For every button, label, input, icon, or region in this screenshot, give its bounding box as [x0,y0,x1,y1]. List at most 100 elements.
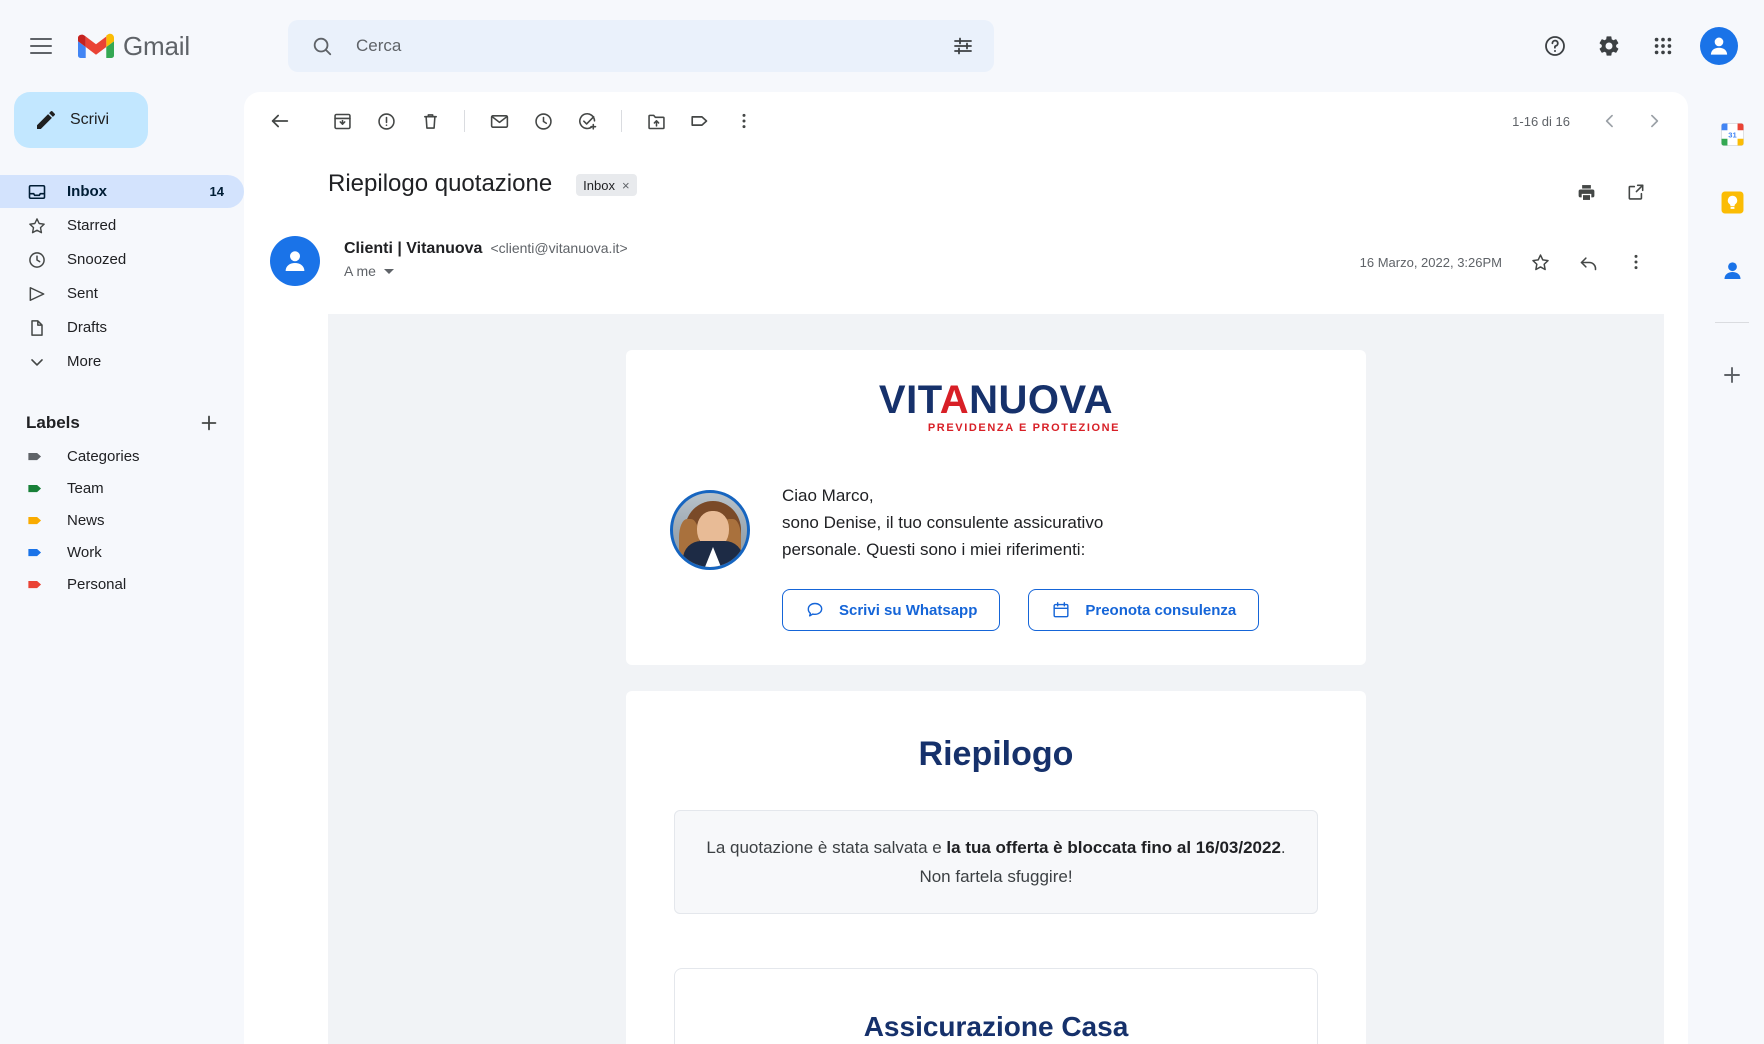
search-icon [310,34,334,58]
calendar-icon [1051,600,1071,620]
inbox-label-chip[interactable]: Inbox × [576,174,636,196]
contacts-button[interactable] [1712,250,1752,290]
sidebar-label-news[interactable]: News [0,504,244,536]
more-options-button[interactable] [722,99,766,143]
sidebar-label-inbox: Inbox [67,183,107,200]
tag-icon [26,574,46,594]
notice-bold: la tua offerta è bloccata fino al 16/03/… [946,838,1280,857]
toolbar-divider [621,110,622,132]
snooze-button[interactable] [521,99,565,143]
mark-unread-button[interactable] [477,99,521,143]
sidebar-item-snoozed[interactable]: Snoozed [0,243,244,276]
top-bar-actions [1532,23,1744,69]
external-link-icon [1626,182,1646,202]
sidebar-label-personal[interactable]: Personal [0,568,244,600]
side-panel: 31 [1700,92,1764,1044]
whatsapp-button-label: Scrivi su Whatsapp [839,602,977,619]
archive-icon [332,111,353,132]
reply-arrow-icon [1578,252,1599,273]
search-input[interactable] [356,36,950,56]
reply-button[interactable] [1566,240,1610,284]
label-text: Personal [67,576,126,593]
keep-button[interactable] [1712,182,1752,222]
compose-button[interactable]: Scrivi [14,92,148,148]
search-container [288,20,994,72]
tag-icon [689,110,711,132]
star-button[interactable] [1518,240,1562,284]
chat-bubble-icon [805,600,825,620]
sidebar-item-sent[interactable]: Sent [0,277,244,310]
email-subject: Riepilogo quotazione [328,168,552,200]
add-label-button[interactable] [198,412,220,434]
message-more-button[interactable] [1614,240,1658,284]
main-menu-button[interactable] [14,19,68,73]
sidebar-label-work[interactable]: Work [0,536,244,568]
next-page-button[interactable] [1634,101,1674,141]
sidebar-item-drafts[interactable]: Drafts [0,311,244,344]
product-title: Assicurazione Casa [675,1011,1317,1043]
whatsapp-button[interactable]: Scrivi su Whatsapp [782,589,1000,631]
pagination-text: 1-16 di 16 [1512,114,1570,129]
add-addon-button[interactable] [1712,355,1752,395]
sender-name: Clienti | Vitanuova [344,240,482,258]
google-apps-button[interactable] [1640,23,1686,69]
printer-icon [1576,182,1597,203]
labels-button[interactable] [678,99,722,143]
chevron-down-icon[interactable] [384,269,394,274]
settings-button[interactable] [1586,23,1632,69]
reading-pane: 1-16 di 16 [244,92,1688,1044]
inbox-icon [26,181,48,203]
notice-part-1: La quotazione è stata salvata e [706,838,946,857]
help-button[interactable] [1532,23,1578,69]
label-text: News [67,512,105,529]
labels-list: Categories Team News [0,440,244,600]
search-options-icon[interactable] [950,34,976,58]
sender-meta: Clienti | Vitanuova <clienti@vitanuova.i… [344,236,628,279]
hamburger-icon [30,38,52,54]
recipient-row[interactable]: A me [344,263,628,279]
summary-card: Riepilogo La quotazione è stata salvata … [626,691,1366,1044]
person-icon [1706,33,1732,59]
booking-button[interactable]: Preonota consulenza [1028,589,1259,631]
tag-icon [26,542,46,562]
product-card: Assicurazione Casa [674,968,1318,1044]
calendar-button[interactable]: 31 [1712,114,1752,154]
logo-part2: NUOVA [969,378,1113,422]
back-button[interactable] [258,99,302,143]
open-in-new-window-button[interactable] [1614,170,1658,214]
archive-button[interactable] [320,99,364,143]
gmail-brand[interactable]: Gmail [78,31,256,62]
sidebar-label-categories[interactable]: Categories [0,440,244,472]
pagination: 1-16 di 16 [1512,101,1674,141]
delete-button[interactable] [408,99,452,143]
plus-icon [1720,363,1744,387]
previous-page-button[interactable] [1590,101,1630,141]
star-icon [1530,252,1551,273]
report-spam-button[interactable] [364,99,408,143]
gmail-logo-icon [78,32,114,60]
chip-label: Inbox [583,178,615,193]
sidebar-item-starred[interactable]: Starred [0,209,244,242]
gmail-app: Gmail [0,0,1764,1044]
sidebar: Scrivi Inbox 14 [0,92,244,1044]
arrow-left-icon [269,110,291,132]
exclamation-circle-icon [376,111,397,132]
contacts-person-icon [1719,257,1746,284]
sidebar-label-drafts: Drafts [67,319,107,336]
logo-part1: VIT [879,378,940,422]
email-scroll-area[interactable]: Riepilogo quotazione Inbox × [244,150,1688,1044]
move-to-button[interactable] [634,99,678,143]
add-to-tasks-button[interactable] [565,99,609,143]
search-box[interactable] [288,20,994,72]
sidebar-item-inbox[interactable]: Inbox 14 [0,175,244,208]
pencil-icon [34,108,58,132]
logo-accent-letter: A [940,378,969,422]
sidebar-item-more[interactable]: More [0,345,244,378]
sidebar-label-team[interactable]: Team [0,472,244,504]
chip-remove-icon[interactable]: × [622,178,630,193]
top-bar: Gmail [0,0,1764,92]
compose-label: Scrivi [70,111,109,129]
account-avatar[interactable] [1700,27,1738,65]
print-button[interactable] [1564,170,1608,214]
sender-avatar[interactable] [270,236,320,286]
